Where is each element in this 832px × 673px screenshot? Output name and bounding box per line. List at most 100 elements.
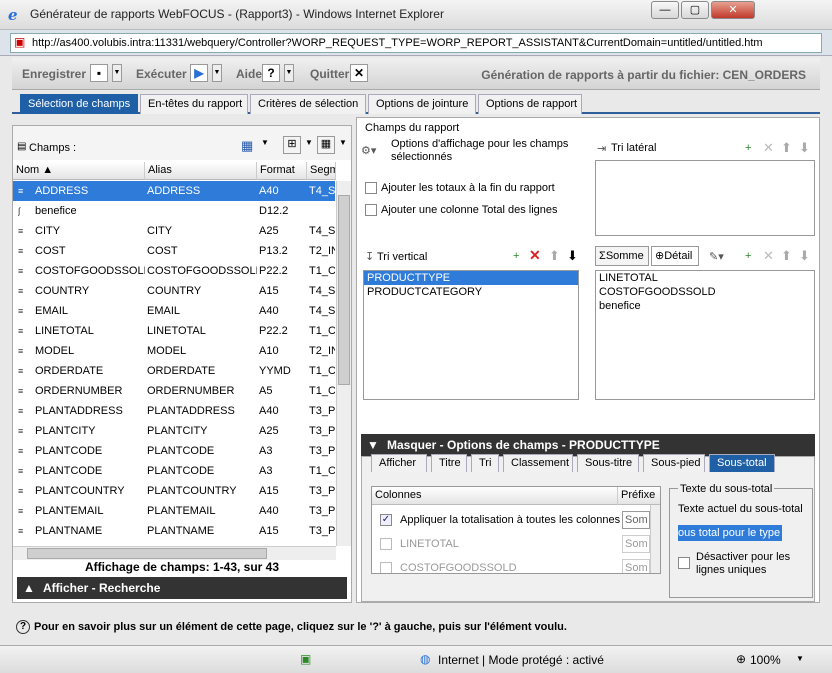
move-down-icon[interactable]: ⬇ (799, 140, 810, 156)
delete-icon[interactable]: ✕ (763, 140, 774, 156)
subtab-subheading[interactable]: Sous-titre (577, 454, 639, 472)
wand-icon[interactable]: ✎▾ (709, 250, 724, 263)
tree-view-icon[interactable]: ⊞ (283, 136, 301, 154)
field-options-header[interactable]: ▼ Masquer - Options de champs - PRODUCTT… (361, 434, 815, 456)
tab-report-options[interactable]: Options de rapport (478, 94, 582, 114)
subtotal-text-input[interactable]: ous total pour le type (678, 525, 782, 541)
tab-join-options[interactable]: Options de jointure (368, 94, 476, 114)
prefix-select-2[interactable]: Som (622, 559, 650, 573)
sum-list[interactable]: LINETOTAL COSTOFGOODSSOLD benefice (595, 270, 815, 400)
tree-dropdown[interactable]: ▼ (305, 138, 313, 147)
field-row[interactable]: ≡ PLANTCOUNTRY PLANTCOUNTRY A15 T3_P (13, 481, 335, 501)
zoom-level[interactable]: 100% (750, 653, 781, 667)
calculator-icon[interactable]: ▦ (241, 138, 253, 154)
vertical-up-icon[interactable]: ⬆ (549, 248, 560, 264)
linetotal-checkbox[interactable] (380, 538, 392, 550)
tab-field-selection[interactable]: Sélection de champs (20, 94, 138, 114)
tab-sum[interactable]: ΣSomme (595, 246, 649, 266)
field-row[interactable]: ≡ PLANTADDRESS PLANTADDRESS A40 T3_P (13, 401, 335, 421)
field-row[interactable]: ≡ PLANTEMAIL PLANTEMAIL A40 T3_P (13, 501, 335, 521)
subtab-title[interactable]: Titre (431, 454, 467, 472)
subtab-sort[interactable]: Tri (471, 454, 499, 472)
field-row[interactable]: ≡ ORDERDATE ORDERDATE YYMD T1_C (13, 361, 335, 381)
col-alias-header[interactable]: Alias (145, 162, 257, 180)
horizontal-scroll-thumb[interactable] (27, 548, 267, 559)
columns-scrollbar[interactable] (650, 505, 660, 573)
sum-item-benefice[interactable]: benefice (596, 299, 814, 313)
field-row[interactable]: ≡ PLANTNAME PLANTNAME A15 T3_P (13, 521, 335, 541)
field-row[interactable]: ≡ ADDRESS ADDRESS A40 T4_S (13, 181, 335, 201)
add-totals-checkbox[interactable] (365, 182, 377, 194)
field-row[interactable]: ≡ ORDERNUMBER ORDERNUMBER A5 T1_C (13, 381, 335, 401)
col-format-header[interactable]: Format (257, 162, 307, 180)
display-options-icon[interactable]: ⚙▾ (361, 144, 376, 157)
field-row[interactable]: ≡ LINETOTAL LINETOTAL P22.2 T1_C (13, 321, 335, 341)
help-button[interactable]: Aide (236, 67, 262, 81)
costofgoodssold-checkbox[interactable] (380, 562, 392, 573)
fields-horizontal-scrollbar[interactable] (13, 546, 336, 560)
url-text[interactable]: http://as400.volubis.intra:11331/webquer… (32, 37, 804, 49)
save-dropdown[interactable]: ▼ (112, 64, 122, 82)
maximize-button[interactable]: ▢ (681, 1, 709, 19)
tab-selection-criteria[interactable]: Critères de sélection (250, 94, 366, 114)
minimize-button[interactable]: — (651, 1, 679, 19)
prefix-select-0[interactable]: Som (622, 511, 650, 529)
floppy-icon[interactable]: ▪ (90, 64, 108, 82)
expand-icon[interactable]: ▲ (23, 577, 35, 599)
run-button[interactable]: Exécuter (136, 67, 187, 81)
sum-item-linetotal[interactable]: LINETOTAL (596, 271, 814, 285)
subtab-subfooting[interactable]: Sous-pied (643, 454, 705, 472)
save-button[interactable]: Enregistrer (22, 67, 86, 81)
quit-button[interactable]: Quitter (310, 67, 349, 81)
field-row[interactable]: ∫ benefice D12.2 (13, 201, 335, 221)
sum-add-icon[interactable]: + (745, 250, 751, 262)
prefix-select-1[interactable]: Som (622, 535, 650, 553)
field-row[interactable]: ≡ COST COST P13.2 T2_IN (13, 241, 335, 261)
run-dropdown[interactable]: ▼ (212, 64, 222, 82)
tab-report-headers[interactable]: En-têtes du rapport (140, 94, 248, 114)
vertical-scroll-thumb[interactable] (338, 195, 350, 385)
move-up-icon[interactable]: ⬆ (781, 140, 792, 156)
field-row[interactable]: ≡ MODEL MODEL A10 T2_IN (13, 341, 335, 361)
subtab-subtotal[interactable]: Sous-total (709, 454, 775, 472)
help-dropdown[interactable]: ▼ (284, 64, 294, 82)
vertical-add-icon[interactable]: + (513, 250, 519, 262)
calculator-dropdown[interactable]: ▼ (261, 138, 269, 147)
col-name-header[interactable]: Nom ▲ (13, 162, 145, 180)
col-segment-header[interactable]: Segment (307, 162, 336, 180)
zoom-dropdown[interactable]: ▼ (796, 654, 804, 663)
zoom-icon[interactable]: ⊕ (736, 652, 746, 666)
close-icon[interactable]: ✕ (350, 64, 368, 82)
sum-delete-icon[interactable]: ✕ (763, 248, 774, 264)
add-total-column-checkbox[interactable] (365, 204, 377, 216)
tab-detail[interactable]: ⊕Détail (651, 246, 699, 266)
field-row[interactable]: ≡ COUNTRY COUNTRY A15 T4_S (13, 281, 335, 301)
close-window-button[interactable]: ✕ (711, 1, 755, 19)
disable-unique-checkbox[interactable] (678, 557, 690, 569)
help-question-icon[interactable]: ? (16, 620, 30, 634)
sum-up-icon[interactable]: ⬆ (781, 248, 792, 264)
field-row[interactable]: ≡ EMAIL EMAIL A40 T4_S (13, 301, 335, 321)
list-dropdown[interactable]: ▼ (339, 138, 347, 147)
sum-down-icon[interactable]: ⬇ (799, 248, 810, 264)
vertical-down-icon[interactable]: ⬇ (567, 248, 578, 264)
field-row[interactable]: ≡ PLANTCODE PLANTCODE A3 T3_P (13, 441, 335, 461)
collapse-icon[interactable]: ▼ (367, 434, 379, 456)
subtab-ranking[interactable]: Classement (503, 454, 573, 472)
fields-vertical-scrollbar[interactable] (336, 181, 351, 546)
security-zone[interactable]: Internet | Mode protégé : activé (438, 653, 604, 667)
field-row[interactable]: ≡ CITY CITY A25 T4_S (13, 221, 335, 241)
field-row[interactable]: ≡ PLANTCITY PLANTCITY A25 T3_P (13, 421, 335, 441)
subtab-display[interactable]: Afficher (371, 454, 427, 472)
show-search-bar[interactable]: ▲ Afficher - Recherche (17, 577, 347, 599)
question-icon[interactable]: ? (262, 64, 280, 82)
sum-item-costofgoodssold[interactable]: COSTOFGOODSSOLD (596, 285, 814, 299)
vertical-item-producttype[interactable]: PRODUCTTYPE (364, 271, 578, 285)
side-sort-list[interactable] (595, 160, 815, 236)
vertical-sort-list[interactable]: PRODUCTTYPE PRODUCTCATEGORY (363, 270, 579, 400)
vertical-delete-icon[interactable]: ✕ (529, 247, 541, 264)
display-options-label[interactable]: Options d'affichage pour les champs séle… (391, 138, 591, 164)
apply-all-checkbox[interactable]: ✓ (380, 514, 392, 526)
vertical-item-productcategory[interactable]: PRODUCTCATEGORY (364, 285, 578, 299)
add-icon[interactable]: + (745, 142, 751, 154)
